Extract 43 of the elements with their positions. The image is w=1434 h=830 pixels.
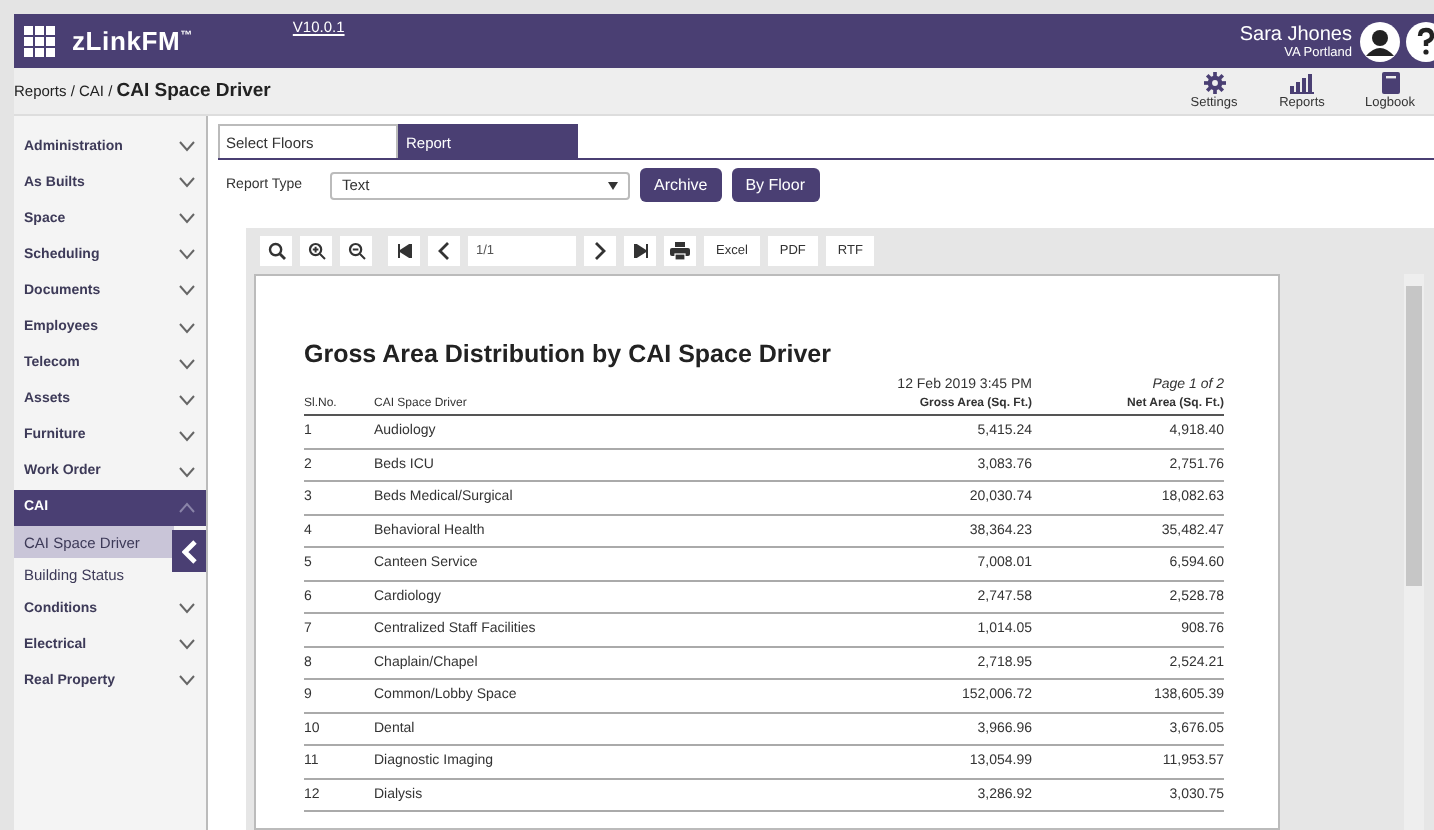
chevron-icon <box>178 140 196 153</box>
first-page-icon <box>397 244 411 258</box>
chevron-icon <box>178 501 196 514</box>
chevron-icon <box>178 393 196 406</box>
search-button[interactable] <box>260 236 292 266</box>
action-button[interactable]: By Floor <box>731 168 819 202</box>
chevron-icon <box>178 212 196 225</box>
chevron-icon <box>178 357 196 370</box>
chevron-icon <box>178 638 196 651</box>
chevron-right-icon <box>594 242 606 260</box>
report-title: Gross Area Distribution by CAI Space Driver <box>304 340 834 368</box>
previous-page-button[interactable] <box>428 236 460 266</box>
chevron-icon <box>178 602 196 615</box>
bar-chart-icon <box>1290 72 1314 94</box>
app-title: zLinkFM$^{™}$ <box>72 26 193 56</box>
chevron-icon <box>178 176 196 189</box>
print-button[interactable] <box>664 236 696 266</box>
last-page-button[interactable] <box>624 236 656 266</box>
zoom-out-icon <box>347 242 365 260</box>
action-button[interactable]: Archive <box>640 168 722 202</box>
zoom-in-icon <box>307 242 325 260</box>
zoom-out-button[interactable] <box>340 236 372 266</box>
avatar-icon[interactable] <box>1360 21 1400 61</box>
first-page-button[interactable] <box>388 236 420 266</box>
chevron-icon <box>178 465 196 478</box>
dropdown-arrow-icon <box>608 181 619 189</box>
chevron-icon <box>178 674 196 687</box>
chevron-icon <box>178 284 196 297</box>
printer-icon <box>670 242 690 260</box>
chevron-icon <box>178 429 196 442</box>
chevron-left-icon <box>181 539 197 564</box>
user-name: Sara Jhones <box>1239 23 1352 45</box>
scrollbar[interactable] <box>1404 274 1424 830</box>
chevron-icon <box>178 248 196 261</box>
chevron-icon <box>178 321 196 334</box>
zoom-in-button[interactable] <box>300 236 332 266</box>
last-page-icon <box>633 244 647 258</box>
apps-grid-icon[interactable] <box>24 25 56 57</box>
next-page-button[interactable] <box>584 236 616 266</box>
chevron-left-icon <box>438 242 450 260</box>
collapse-button[interactable] <box>172 530 206 573</box>
search-icon <box>267 242 285 260</box>
help-icon[interactable] <box>1406 21 1434 61</box>
